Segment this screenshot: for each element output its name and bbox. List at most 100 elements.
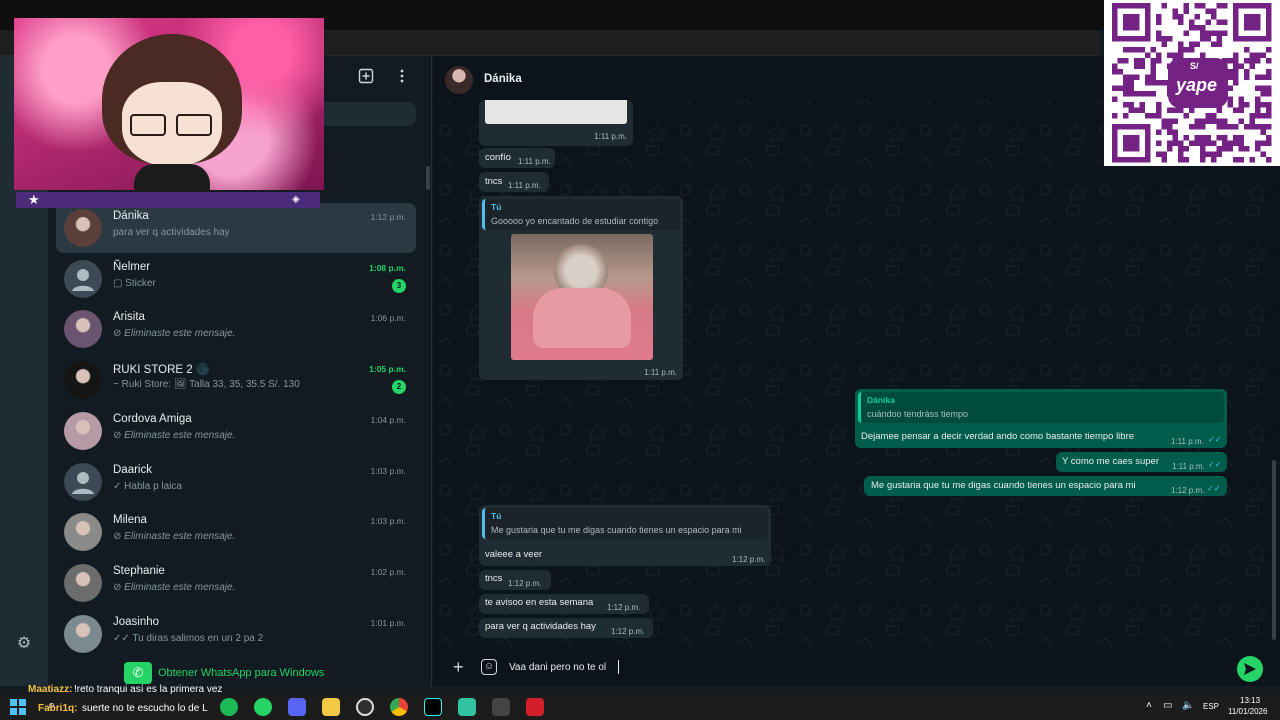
spotify-icon[interactable] — [220, 698, 238, 716]
discord-icon[interactable] — [288, 698, 306, 716]
chat-preview: ⊘ Eliminaste este mensaje. — [113, 531, 235, 542]
streamlabs-icon[interactable] — [458, 698, 476, 716]
qr-module — [1200, 140, 1206, 146]
whatsapp-taskbar-icon[interactable] — [254, 698, 272, 716]
emoji-icon[interactable]: ☺ — [481, 659, 497, 675]
qr-module — [1233, 63, 1239, 69]
message-bubble-in[interactable]: tncs 1:11 p.m. — [479, 172, 549, 192]
chat-list-item[interactable]: Joasinho ✓✓ Tu diras salimos en un 2 pa 2… — [56, 609, 416, 659]
chat-name: Ñelmer — [113, 261, 151, 273]
avatar[interactable] — [64, 260, 102, 298]
qr-module — [1266, 102, 1272, 108]
qr-module — [1150, 91, 1156, 97]
settings-icon[interactable]: ⚙ — [14, 634, 34, 654]
image-thumbnail[interactable] — [485, 100, 627, 124]
avatar[interactable] — [64, 209, 102, 247]
chat-list-item[interactable]: Dánika para ver q actividades hay 1:12 p.m… — [56, 203, 416, 253]
send-button[interactable] — [1237, 656, 1263, 682]
menu-icon[interactable] — [390, 68, 414, 92]
qr-module — [1216, 36, 1222, 42]
qr-module — [1249, 63, 1255, 69]
contact-name[interactable]: Dánika — [484, 73, 522, 85]
chat-list-item[interactable]: RUKI STORE 2 🌑 ~ Ruki Store: 🖼 Talla 33, … — [56, 355, 416, 405]
chat-list-item[interactable]: Cordova Amiga ⊘ Eliminaste este mensaje. 1… — [56, 406, 416, 456]
qr-module — [1205, 118, 1211, 124]
qr-module — [1222, 146, 1228, 152]
qr-module — [1128, 102, 1134, 108]
qr-module — [1200, 135, 1206, 141]
avatar[interactable] — [64, 361, 102, 399]
chat-list-item[interactable]: Ñelmer ▢ Sticker 1:08 p.m. 3 — [56, 254, 416, 304]
network-icon[interactable]: ▭ — [1163, 700, 1172, 711]
message-bubble-out[interactable]: Me gustaria que tu me digas cuando tiene… — [864, 476, 1227, 496]
conversation-scrollbar[interactable] — [1272, 460, 1276, 640]
qr-module — [1194, 25, 1200, 31]
quoted-message[interactable]: Dánika cuándoo tendráss tiempo — [858, 392, 1224, 423]
avatar[interactable] — [64, 564, 102, 602]
qr-module — [1255, 140, 1261, 146]
get-app-banner[interactable]: ✆ Obtener WhatsApp para Windows — [124, 662, 384, 684]
chat-list-item[interactable]: Arisita ⊘ Eliminaste este mensaje. 1:06 p.… — [56, 304, 416, 354]
language-indicator[interactable]: ESP — [1203, 702, 1219, 711]
start-icon[interactable] — [10, 699, 26, 715]
avatar[interactable] — [64, 463, 102, 501]
sidebar-scrollbar[interactable] — [426, 166, 430, 190]
obs-icon[interactable] — [356, 698, 374, 716]
quoted-message[interactable]: Tú Me gustaria que tu me digas cuando ti… — [482, 508, 768, 539]
qr-module — [1189, 140, 1195, 146]
qr-module — [1172, 107, 1178, 113]
chat-list-item[interactable]: Stephanie ⊘ Eliminaste este mensaje. 1:02 … — [56, 558, 416, 608]
image-message[interactable]: 1:11 p.m. — [479, 100, 633, 146]
qr-module — [1156, 129, 1162, 135]
clock-date[interactable]: 11/01/2026 — [1228, 707, 1267, 716]
message-input[interactable]: Vaa dani pero no te ol — [509, 662, 606, 673]
qr-module — [1227, 96, 1233, 102]
whatsapp-logo-icon: ✆ — [124, 662, 152, 684]
attach-icon[interactable]: + — [453, 658, 464, 676]
qr-module — [1200, 30, 1206, 36]
chat-list-item[interactable]: Milena ⊘ Eliminaste este mensaje. 1:03 p.m… — [56, 507, 416, 557]
message-bubble-in[interactable]: tncs 1:12 p.m. — [479, 570, 551, 590]
avatar[interactable] — [64, 412, 102, 450]
message-bubble-in[interactable]: para ver q actividades hay 1:12 p.m. — [479, 618, 653, 638]
reply-image-message[interactable]: Tú Gooooo yo encantado de estudiar conti… — [479, 196, 683, 380]
avatar[interactable] — [64, 310, 102, 348]
qr-module — [1200, 124, 1206, 130]
yape-qr-code: S/ yape — [1104, 0, 1280, 166]
red-app-icon[interactable] — [526, 698, 544, 716]
qr-module — [1244, 47, 1250, 53]
new-chat-icon[interactable] — [354, 68, 378, 92]
message-bubble-in[interactable]: Tú Me gustaria que tu me digas cuando ti… — [479, 505, 771, 566]
qr-module — [1249, 113, 1255, 119]
chrome-icon[interactable] — [390, 698, 408, 716]
tiktok-icon[interactable] — [424, 698, 442, 716]
message-bubble-out[interactable]: Dánika cuándoo tendráss tiempo Dejamee p… — [855, 389, 1227, 448]
qr-finder — [1123, 135, 1140, 152]
message-bubble-out[interactable]: Y como me caes super 1:11 p.m. ✓✓ — [1056, 452, 1227, 472]
avatar[interactable] — [64, 513, 102, 551]
chat-list-item[interactable]: Daarick ✓ Habla p laica 1:03 p.m. — [56, 457, 416, 507]
qr-module — [1238, 140, 1244, 146]
file-explorer-icon[interactable] — [322, 698, 340, 716]
avatar[interactable] — [64, 615, 102, 653]
capture-app-icon[interactable] — [492, 698, 510, 716]
get-app-label[interactable]: Obtener WhatsApp para Windows — [158, 667, 324, 679]
message-bubble-in[interactable]: confío 1:11 p.m. — [479, 148, 555, 168]
qr-module — [1167, 140, 1173, 146]
chat-time: 1:03 p.m. — [370, 516, 406, 526]
qr-module — [1227, 124, 1233, 130]
message-bubble-in[interactable]: te avisoo en esta semana 1:12 p.m. — [479, 594, 649, 614]
clock-time[interactable]: 13:13 — [1240, 696, 1260, 705]
qr-module — [1161, 36, 1167, 42]
quoted-message[interactable]: Tú Gooooo yo encantado de estudiar conti… — [482, 199, 680, 230]
qr-module — [1194, 140, 1200, 146]
deleted-icon: ⊘ — [113, 531, 125, 542]
qr-module — [1178, 41, 1184, 47]
volume-icon[interactable]: 🔈 — [1182, 700, 1194, 711]
tray-chevron-icon[interactable]: ˄ — [1146, 700, 1152, 711]
twitch-badge-icon: ◈ — [292, 194, 300, 205]
qr-module — [1200, 36, 1206, 42]
chat-name: RUKI STORE 2 🌑 — [113, 364, 211, 376]
sticker-image[interactable] — [511, 234, 653, 360]
contact-avatar[interactable] — [445, 66, 473, 94]
